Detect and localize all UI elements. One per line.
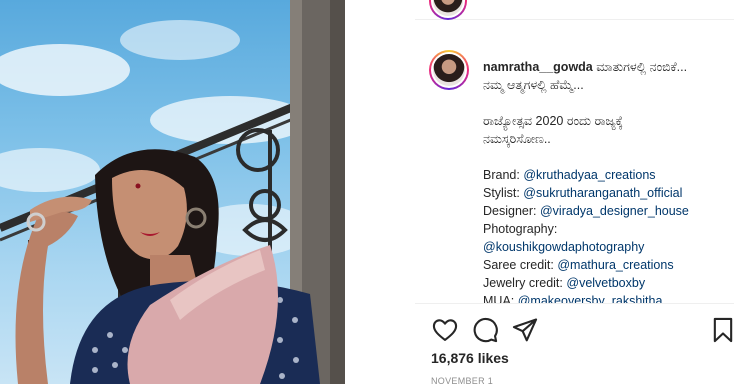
credit-line: Designer: @viradya_designer_house [483,202,723,220]
credit-line: @koushikgowdaphotography [483,238,723,256]
share-button[interactable] [511,316,539,344]
bookmark-icon [713,317,733,343]
action-bar [415,312,734,346]
speech-bubble-icon [473,317,498,343]
comments-section[interactable]: namratha__gowda ಮಾತುಗಳಲ್ಲಿ ನಂಬಿಕೆ... ನಮ್… [415,36,734,304]
caption-first-line: namratha__gowda ಮಾತುಗಳಲ್ಲಿ ನಂಬಿಕೆ... [483,58,723,76]
caption-text: ರಾಜ್ಯೋತ್ಸವ 2020 ರಂದು ರಾಜ್ಯಕ್ಕೆ [483,114,623,128]
credit-label: Saree credit: [483,258,554,272]
paper-plane-icon [512,318,538,342]
caption-text: ನಮಸ್ಕರಿಸೋಣ.. [483,132,551,146]
photo-panel-gap [345,0,415,384]
caption-text: ನಮ್ಮ ಆತ್ಮಗಳಲ್ಲಿ ಹೆಮ್ಮೆ... [483,78,584,92]
comment-button[interactable] [471,316,499,344]
mention-link[interactable]: @viradya_designer_house [540,204,689,218]
avatar-image [433,0,463,16]
header-avatar[interactable] [429,0,467,20]
post-photo[interactable] [0,0,415,384]
credit-line: Jewelry credit: @velvetboxby [483,274,723,292]
credit-line: Photography: [483,220,723,238]
mention-link[interactable]: @mathura_creations [557,258,673,272]
credit-label: Designer: [483,204,537,218]
mention-link[interactable]: @velvetboxby [566,276,645,290]
post-header [415,0,734,20]
credit-line: Brand: @kruthadyaa_creations [483,166,723,184]
credit-label: Stylist: [483,186,520,200]
section-divider [415,303,734,304]
credit-line: Stylist: @sukrutharanganath_official [483,184,723,202]
mention-link[interactable]: @sukrutharanganath_official [523,186,682,200]
post-caption: namratha__gowda ಮಾತುಗಳಲ್ಲಿ ನಂಬಿಕೆ... ನಮ್… [483,58,723,304]
credit-label: Brand: [483,168,520,182]
heart-outline-icon [432,319,458,341]
mention-link[interactable]: @koushikgowdaphotography [483,240,644,254]
credit-label: Photography: [483,222,558,236]
save-button[interactable] [711,316,734,344]
caption-text: ಮಾತುಗಳಲ್ಲಿ ನಂಬಿಕೆ... [596,60,688,74]
likes-count[interactable]: 16,876 likes [431,350,509,366]
post-details-panel: namratha__gowda ಮಾತುಗಳಲ್ಲಿ ನಂಬಿಕೆ... ನಮ್… [415,0,734,384]
username-link[interactable]: namratha__gowda [483,60,593,74]
credit-label: Jewelry credit: [483,276,563,290]
caption-avatar[interactable] [429,50,469,90]
avatar-image [433,54,465,86]
post-date[interactable]: NOVEMBER 1 [431,376,493,384]
like-button[interactable] [431,316,459,344]
credit-line: Saree credit: @mathura_creations [483,256,723,274]
mention-link[interactable]: @kruthadyaa_creations [523,168,655,182]
